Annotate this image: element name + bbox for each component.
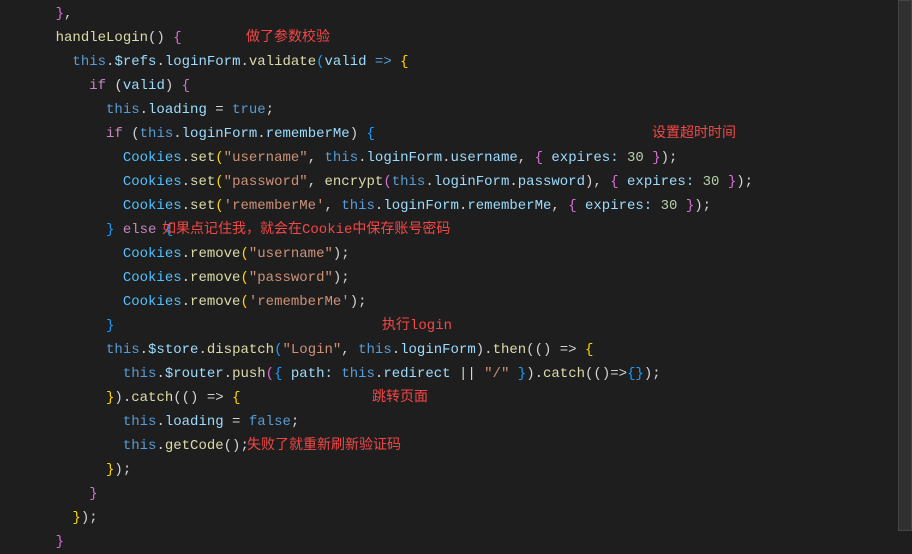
annotation-redirect: 跳转页面: [372, 386, 428, 410]
annotation-timeout: 设置超时时间: [652, 122, 736, 146]
annotation-refresh-captcha: 失败了就重新刷新验证码: [247, 434, 401, 458]
code-line[interactable]: this.$store.dispatch("Login", this.login…: [22, 338, 912, 362]
code-content[interactable]: }, handleLogin() {做了参数校验 this.$refs.logi…: [22, 0, 912, 531]
code-line[interactable]: }执行login: [22, 314, 912, 338]
code-line[interactable]: },: [22, 2, 912, 26]
code-line[interactable]: Cookies.set("password", encrypt(this.log…: [22, 170, 912, 194]
code-line[interactable]: });: [22, 506, 912, 530]
code-line[interactable]: this.loading = true;: [22, 98, 912, 122]
code-line[interactable]: Cookies.remove('rememberMe');: [22, 290, 912, 314]
code-line[interactable]: Cookies.remove("password");: [22, 266, 912, 290]
code-line[interactable]: } else {如果点记住我，就会在Cookie中保存账号密码: [22, 218, 912, 242]
code-line[interactable]: this.getCode();失败了就重新刷新验证码: [22, 434, 912, 458]
annotation-cookie-save: 如果点记住我，就会在Cookie中保存账号密码: [162, 218, 450, 242]
code-line[interactable]: Cookies.set('rememberMe', this.loginForm…: [22, 194, 912, 218]
code-line[interactable]: this.$refs.loginForm.validate(valid => {: [22, 50, 912, 74]
annotation-exec-login: 执行login: [382, 314, 452, 338]
code-line[interactable]: Cookies.remove("username");: [22, 242, 912, 266]
code-line[interactable]: }: [22, 530, 912, 554]
code-line[interactable]: if (valid) {: [22, 74, 912, 98]
code-line[interactable]: Cookies.set("username", this.loginForm.u…: [22, 146, 912, 170]
minimap-thumb[interactable]: [898, 0, 912, 531]
annotation-param-check: 做了参数校验: [246, 26, 330, 50]
code-line[interactable]: this.$router.push({ path: this.redirect …: [22, 362, 912, 386]
code-editor[interactable]: }, handleLogin() {做了参数校验 this.$refs.logi…: [0, 0, 912, 531]
code-line[interactable]: this.loading = false;: [22, 410, 912, 434]
code-line[interactable]: }: [22, 482, 912, 506]
code-line[interactable]: if (this.loginForm.rememberMe) {设置超时时间: [22, 122, 912, 146]
gutter: [0, 0, 22, 531]
code-line[interactable]: });: [22, 458, 912, 482]
code-line[interactable]: }).catch(() => {跳转页面: [22, 386, 912, 410]
code-line[interactable]: handleLogin() {做了参数校验: [22, 26, 912, 50]
minimap[interactable]: [898, 0, 912, 531]
